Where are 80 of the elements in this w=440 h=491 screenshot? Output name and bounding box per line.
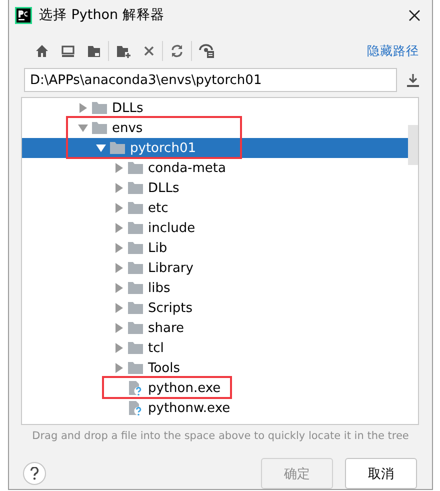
folder-icon	[128, 222, 143, 234]
eye-document-icon[interactable]	[199, 44, 215, 58]
tree-label: DLLs	[148, 180, 180, 196]
question-mark-icon	[30, 467, 39, 480]
close-icon	[409, 10, 420, 20]
expand-arrow-icon[interactable]	[114, 223, 124, 233]
tree-row[interactable]: conda-meta	[22, 158, 408, 178]
expand-arrow-icon[interactable]	[114, 303, 124, 313]
expand-arrow-icon[interactable]	[114, 263, 124, 273]
window-title: 选择 Python 解释器	[39, 6, 166, 24]
tree-row[interactable]: Library	[22, 258, 408, 278]
path-field[interactable]: D:\APPs\anaconda3\envs\pytorch01	[24, 68, 397, 92]
tree-row[interactable]: python.exe	[22, 378, 408, 398]
tree-row[interactable]: DLLs	[22, 98, 408, 118]
folder-icon	[128, 342, 143, 354]
tree-row[interactable]: Lib	[22, 238, 408, 258]
folder-icon	[110, 142, 125, 154]
delete-icon[interactable]	[143, 45, 155, 57]
app-logo-icon	[15, 6, 32, 24]
expand-arrow-icon[interactable]	[114, 283, 124, 293]
hint-text: Drag and drop a file into the space above to quickly locate it in the tree	[31, 430, 410, 442]
tree-row[interactable]: include	[22, 218, 408, 238]
tree-label: python.exe	[148, 380, 221, 396]
expand-arrow-icon[interactable]	[114, 243, 124, 253]
tree-row[interactable]: share	[22, 318, 408, 338]
expand-arrow-icon[interactable]	[114, 323, 124, 333]
tree-label: share	[148, 320, 184, 336]
expand-arrow-icon[interactable]	[114, 183, 124, 193]
tree-row[interactable]: Scripts	[22, 298, 408, 318]
collapse-arrow-icon[interactable]	[78, 123, 88, 133]
download-icon[interactable]	[407, 74, 419, 86]
tree-row[interactable]: pytorch01	[22, 138, 408, 158]
folder-icon	[128, 282, 143, 294]
cancel-button[interactable]: 取消	[345, 458, 417, 489]
folder-icon	[128, 362, 143, 374]
tree-row[interactable]: etc	[22, 198, 408, 218]
tree-label: Tools	[148, 360, 180, 376]
tree-row[interactable]: tcl	[22, 338, 408, 358]
tree-label: Scripts	[148, 300, 192, 316]
folder-icon	[128, 162, 143, 174]
tree-label: envs	[112, 120, 143, 136]
tree-label: Lib	[148, 240, 168, 256]
expand-arrow-icon[interactable]	[114, 163, 124, 173]
unknown-file-icon	[128, 400, 143, 416]
home-icon[interactable]	[35, 44, 49, 58]
folder-icon	[128, 242, 143, 254]
new-folder-icon[interactable]	[116, 44, 131, 58]
folder-icon	[92, 102, 107, 114]
scrollbar-thumb[interactable]	[408, 125, 418, 165]
tree-label: conda-meta	[148, 160, 226, 176]
tree-label: tcl	[148, 340, 164, 356]
monitor-icon[interactable]	[61, 44, 75, 58]
folder-icon[interactable]	[87, 44, 101, 58]
folder-icon	[128, 322, 143, 334]
folder-icon	[128, 262, 143, 274]
hide-path-link[interactable]: 隐藏路径	[367, 42, 419, 60]
collapse-arrow-icon[interactable]	[96, 143, 106, 153]
expand-arrow-icon[interactable]	[114, 203, 124, 213]
tree-row[interactable]: envs	[22, 118, 408, 138]
tree-row[interactable]: libs	[22, 278, 408, 298]
tree-label: libs	[148, 280, 170, 296]
expand-arrow-icon[interactable]	[114, 343, 124, 353]
tree-label: Library	[148, 260, 194, 276]
folder-icon	[128, 202, 143, 214]
tree-row[interactable]: pythonw.exe	[22, 398, 408, 418]
expand-arrow-icon[interactable]	[114, 363, 124, 373]
tree-label: pytorch01	[130, 140, 196, 156]
tree-row[interactable]: Tools	[22, 358, 408, 378]
tree-label: etc	[148, 200, 168, 216]
folder-icon	[128, 302, 143, 314]
tree-label: DLLs	[112, 100, 144, 116]
tree-label: include	[148, 220, 196, 236]
folder-icon	[128, 182, 143, 194]
help-button[interactable]	[23, 462, 46, 485]
refresh-icon[interactable]	[170, 44, 184, 58]
tree-row[interactable]: DLLs	[22, 178, 408, 198]
folder-icon	[92, 122, 107, 134]
tree-label: pythonw.exe	[148, 400, 230, 416]
expand-arrow-icon[interactable]	[78, 103, 88, 113]
unknown-file-icon	[128, 380, 143, 396]
